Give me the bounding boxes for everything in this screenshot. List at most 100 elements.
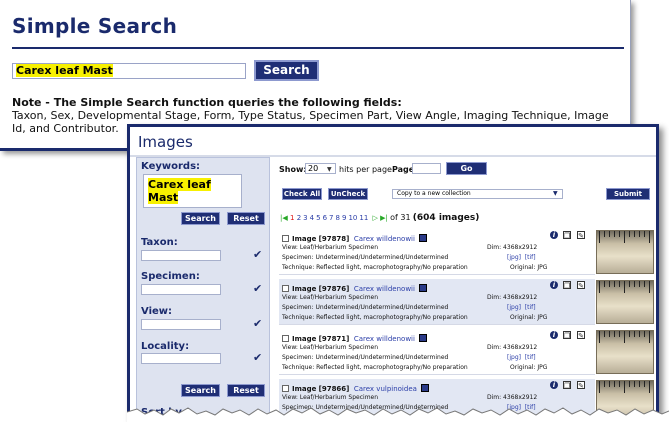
specimen-text: Specimen: Undetermined/Undetermined/Unde…	[282, 254, 449, 261]
page-total: of 31	[390, 213, 411, 222]
page-input[interactable]	[412, 163, 441, 174]
images-window: Images Keywords: Carex leaf Mast Search …	[127, 124, 659, 422]
sidebar-search-button[interactable]: Search	[181, 212, 220, 225]
copy-icon[interactable]: ❐	[563, 231, 571, 240]
jpg-link[interactable]: [jpg]	[507, 354, 521, 361]
result-checkbox[interactable]	[282, 285, 289, 292]
dropdown-arrow-icon: ▼	[327, 166, 332, 173]
result-row: Image [97871] Carex willdenowii i ❐ ✎ View: …	[279, 329, 595, 375]
specimen-label: Specimen:	[141, 271, 200, 282]
view-check-icon[interactable]: ✔	[253, 317, 262, 330]
species-link[interactable]: Carex willdenowii	[354, 285, 415, 293]
hits-per-page-select[interactable]: 20 ▼	[305, 163, 336, 174]
sidebar-reset-button-2[interactable]: Reset	[227, 384, 265, 397]
page-link[interactable]: 9	[342, 214, 346, 222]
taxon-label: Taxon:	[141, 237, 178, 248]
image-id[interactable]: [97871]	[319, 335, 350, 343]
locality-label: Locality:	[141, 341, 190, 352]
species-link[interactable]: Carex willdenowii	[354, 235, 415, 243]
tif-link[interactable]: [tif]	[525, 254, 536, 261]
result-checkbox[interactable]	[282, 335, 289, 342]
image-icon[interactable]	[418, 334, 427, 342]
view-text: View: Leaf/Herbarium Specimen	[282, 244, 379, 251]
search-sidebar: Keywords: Carex leaf Mast Search Reset T…	[136, 157, 270, 419]
edit-icon[interactable]: ✎	[577, 231, 585, 240]
page-link[interactable]: 2	[297, 214, 301, 222]
jpg-link[interactable]: [jpg]	[507, 304, 521, 311]
jpg-link[interactable]: [jpg]	[507, 254, 521, 261]
image-label: Image	[292, 335, 317, 343]
result-thumbnail[interactable]	[596, 330, 654, 374]
image-label: Image	[292, 235, 317, 243]
result-checkbox[interactable]	[282, 235, 289, 242]
image-icon[interactable]	[418, 234, 427, 242]
locality-check-icon[interactable]: ✔	[253, 351, 262, 364]
species-link[interactable]: Carex vulpinoidea	[354, 385, 417, 393]
screenshot-root: Simple Search Carex leaf Mast Search Not…	[0, 0, 669, 422]
first-page-icon[interactable]: |◀	[280, 214, 288, 222]
keywords-input[interactable]: Carex leaf Mast	[143, 174, 242, 208]
dimensions-text: Dim: 4368x2912	[487, 394, 538, 401]
result-thumbnail[interactable]	[596, 280, 654, 324]
check-all-button[interactable]: Check All	[282, 188, 322, 200]
page-link[interactable]: 10	[348, 214, 357, 222]
info-icon[interactable]: i	[550, 231, 558, 239]
last-page-icon[interactable]: ▶|	[380, 214, 388, 222]
collection-select[interactable]: Copy to a new collection ▼	[392, 189, 563, 199]
info-icon[interactable]: i	[550, 331, 558, 339]
result-header: Image [97866] Carex vulpinoidea	[292, 384, 429, 393]
original-text: Original: JPG	[510, 364, 548, 371]
image-id[interactable]: [97866]	[319, 385, 350, 393]
info-icon[interactable]: i	[550, 281, 558, 289]
hits-per-page-value: 20	[308, 164, 319, 173]
go-button[interactable]: Go	[446, 162, 487, 175]
result-header: Image [97878] Carex willdenowii	[292, 234, 427, 243]
specimen-check-icon[interactable]: ✔	[253, 282, 262, 295]
taxon-check-icon[interactable]: ✔	[253, 248, 262, 261]
page-link[interactable]: 8	[336, 214, 340, 222]
technique-text: Technique: Reflected light, macrophotogr…	[282, 264, 468, 271]
image-count: (604 images)	[412, 213, 480, 223]
tif-link[interactable]: [tif]	[525, 354, 536, 361]
submit-button[interactable]: Submit	[606, 188, 650, 200]
image-id[interactable]: [97878]	[319, 235, 350, 243]
sidebar-search-button-2[interactable]: Search	[181, 384, 220, 397]
page-link[interactable]: 3	[303, 214, 307, 222]
edit-icon[interactable]: ✎	[577, 381, 585, 390]
page-link[interactable]: 6	[323, 214, 327, 222]
species-link[interactable]: Carex willdenowii	[354, 335, 415, 343]
view-text: View: Leaf/Herbarium Specimen	[282, 394, 379, 401]
result-thumbnail[interactable]	[596, 230, 654, 274]
image-icon[interactable]	[418, 284, 427, 292]
uncheck-button[interactable]: UnCheck	[328, 188, 368, 200]
page-link[interactable]: 5	[316, 214, 320, 222]
edit-icon[interactable]: ✎	[577, 331, 585, 340]
edit-icon[interactable]: ✎	[577, 281, 585, 290]
image-icon[interactable]	[420, 384, 429, 392]
page-link[interactable]: 11	[359, 214, 368, 222]
next-page-icon[interactable]: ▷	[373, 214, 378, 222]
current-page: 1	[289, 214, 295, 222]
page-link[interactable]: 4	[310, 214, 314, 222]
simple-search-button[interactable]: Search	[254, 60, 319, 81]
dimensions-text: Dim: 4368x2912	[487, 244, 538, 251]
info-icon[interactable]: i	[550, 381, 558, 389]
technique-text: Technique: Reflected light, macrophotogr…	[282, 364, 468, 371]
simple-search-input[interactable]: Carex leaf Mast	[12, 63, 246, 79]
image-id[interactable]: [97876]	[319, 285, 350, 293]
dropdown-arrow-icon: ▼	[553, 190, 558, 197]
locality-input[interactable]	[141, 353, 221, 364]
specimen-input[interactable]	[141, 284, 221, 295]
simple-search-title: Simple Search	[12, 14, 178, 38]
view-input[interactable]	[141, 319, 221, 330]
sidebar-reset-button[interactable]: Reset	[227, 212, 265, 225]
page-link[interactable]: 7	[329, 214, 333, 222]
note-heading: Note - The Simple Search function querie…	[12, 96, 402, 109]
copy-icon[interactable]: ❐	[563, 381, 571, 390]
result-checkbox[interactable]	[282, 385, 289, 392]
original-text: Original: JPG	[510, 264, 548, 271]
copy-icon[interactable]: ❐	[563, 331, 571, 340]
taxon-input[interactable]	[141, 250, 221, 261]
tif-link[interactable]: [tif]	[525, 304, 536, 311]
copy-icon[interactable]: ❐	[563, 281, 571, 290]
